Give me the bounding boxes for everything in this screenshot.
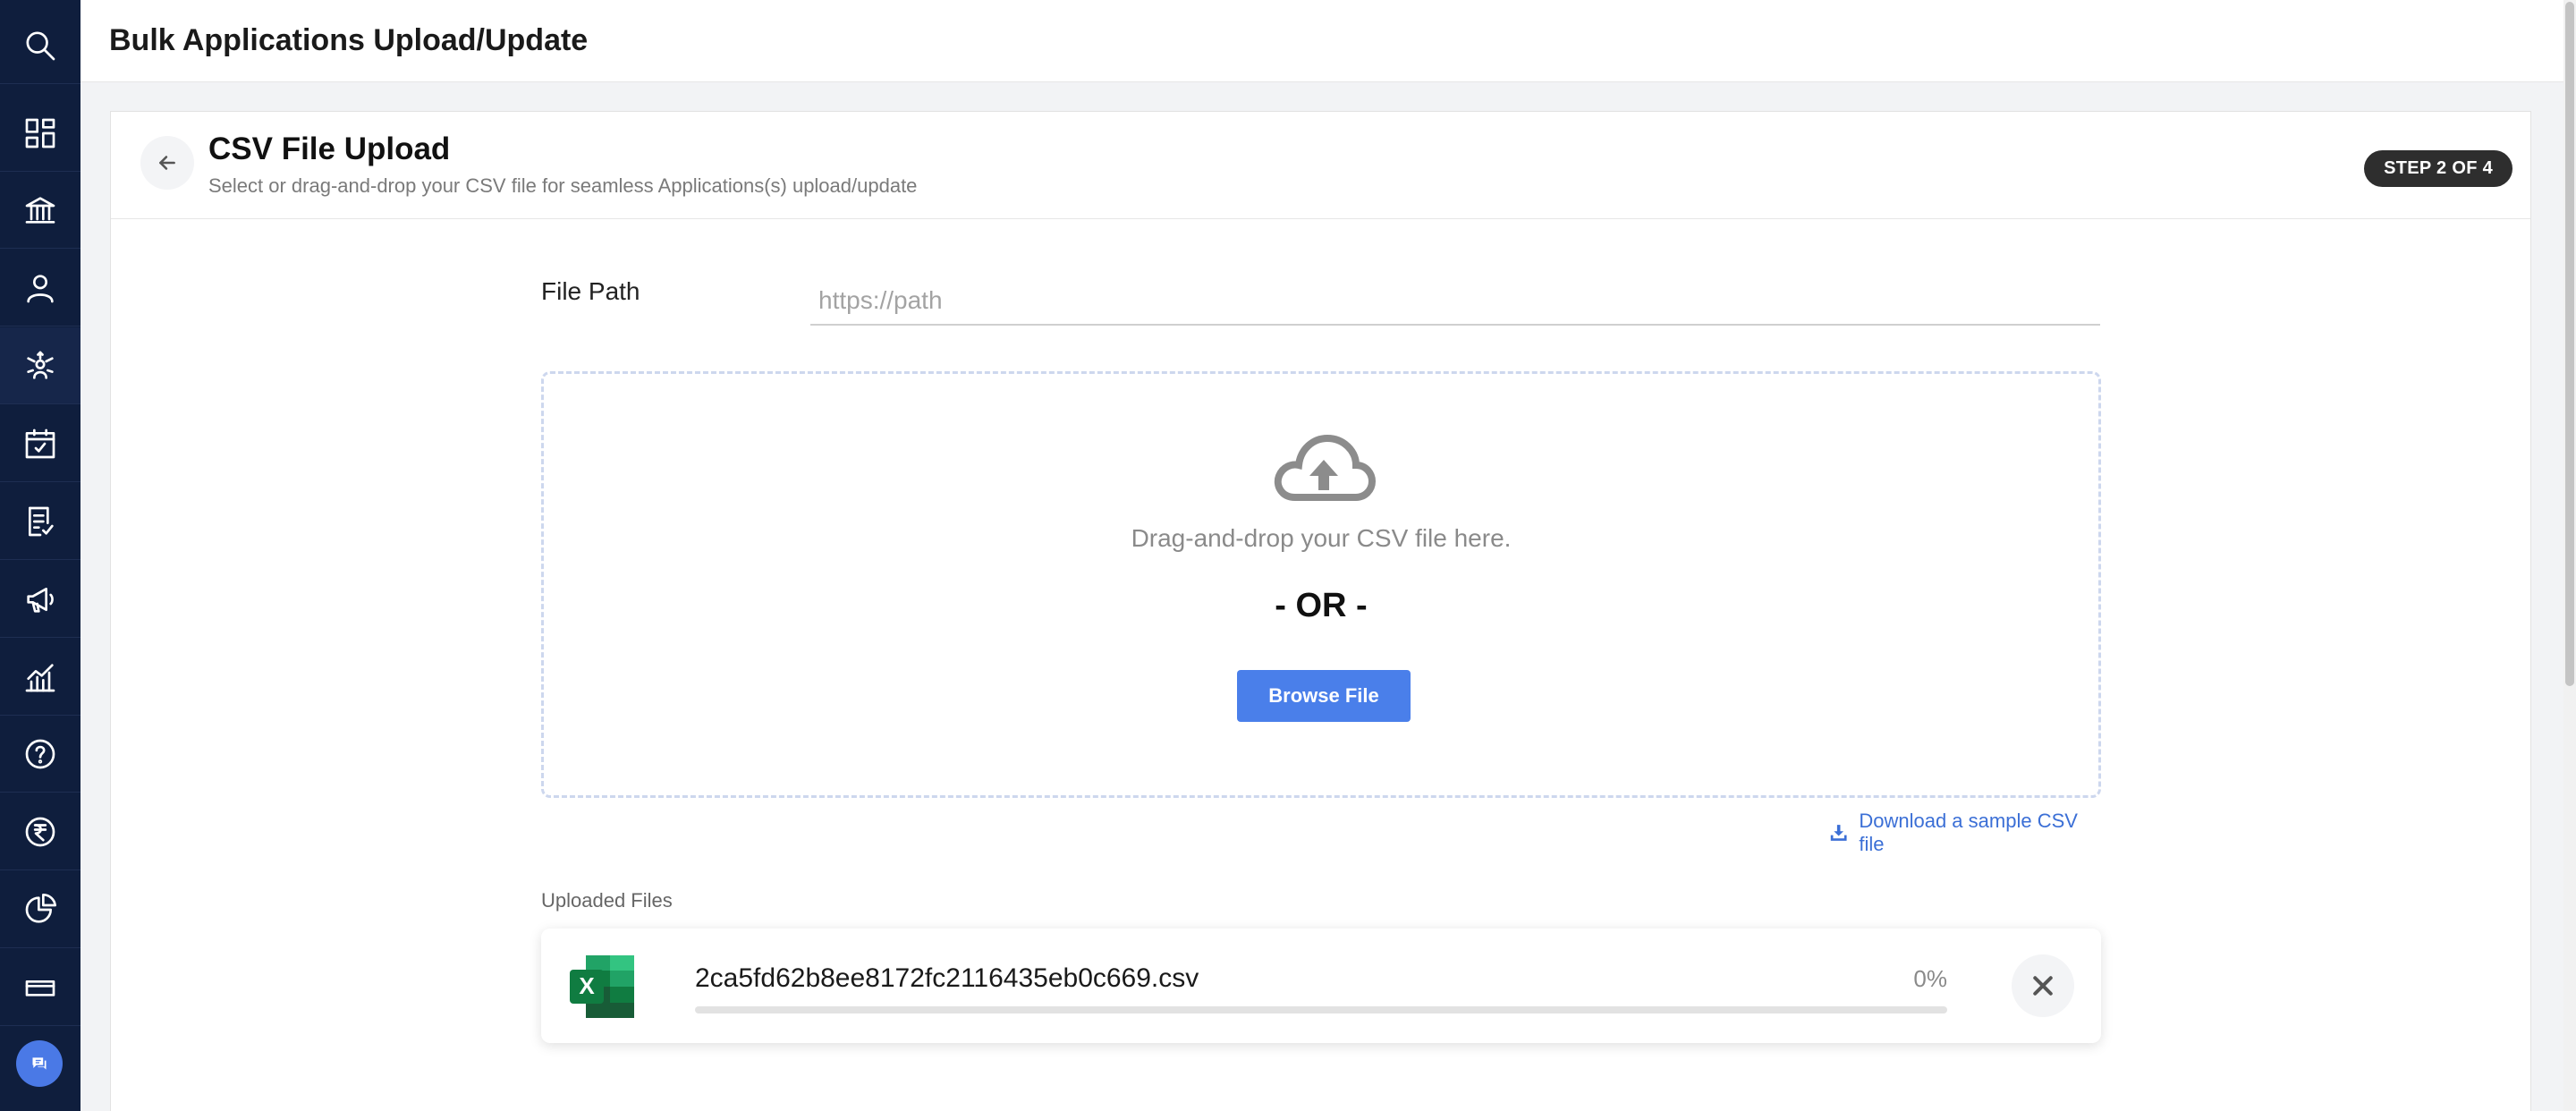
sidebar-item-analytics[interactable]	[0, 639, 80, 716]
dropzone[interactable]: Drag-and-drop your CSV file here. - OR -…	[541, 371, 2101, 798]
close-icon	[2033, 976, 2053, 996]
sidebar-item-user[interactable]	[0, 250, 80, 327]
sidebar-item-payments[interactable]	[0, 793, 80, 870]
chat-icon	[32, 1057, 47, 1070]
sidebar-item-cards[interactable]	[0, 949, 80, 1026]
dashboard-icon	[25, 118, 55, 148]
arrow-left-icon	[159, 156, 175, 170]
uploaded-file-item: X 2ca5fd62b8ee8172fc2116435eb0c669.csv 0…	[541, 929, 2101, 1043]
card-title: CSV File Upload	[208, 131, 451, 166]
search-icon	[26, 31, 55, 60]
browse-file-button[interactable]: Browse File	[1237, 670, 1411, 722]
upload-progress-text: 0%	[1913, 965, 1947, 992]
sidebar-item-reports[interactable]	[0, 871, 80, 948]
institution-icon	[25, 196, 55, 224]
sidebar-item-help[interactable]	[0, 716, 80, 793]
excel-icon: X	[570, 955, 634, 1018]
file-name: 2ca5fd62b8ee8172fc2116435eb0c669.csv	[695, 963, 1199, 993]
download-sample-link[interactable]: Download a sample CSV file	[1829, 810, 2101, 855]
card-subtitle: Select or drag-and-drop your CSV file fo…	[208, 174, 918, 197]
rupee-icon	[25, 817, 55, 846]
sidebar-item-institution[interactable]	[0, 172, 80, 249]
sidebar-item-calendar[interactable]	[0, 405, 80, 482]
back-button[interactable]	[140, 136, 194, 190]
sidebar-item-network[interactable]	[0, 327, 80, 404]
remove-file-button[interactable]	[2012, 954, 2074, 1017]
sidebar-item-documents[interactable]	[0, 483, 80, 560]
page-scrollbar[interactable]	[2563, 0, 2576, 1111]
step-badge: STEP 2 OF 4	[2364, 150, 2512, 187]
page-header: Bulk Applications Upload/Update	[80, 0, 2563, 82]
sidebar-item-campaigns[interactable]	[0, 561, 80, 638]
network-icon	[27, 351, 54, 379]
document-check-icon	[29, 506, 54, 536]
sidebar-item-dashboard[interactable]	[0, 95, 80, 172]
uploaded-files-label: Uploaded Files	[541, 889, 673, 912]
file-path-label: File Path	[541, 277, 640, 305]
sidebar-item-search[interactable]	[0, 7, 80, 84]
cloud-upload-icon	[1274, 434, 1376, 501]
card-icon	[25, 980, 55, 997]
drop-instructions: Drag-and-drop your CSV file here.	[1131, 524, 1512, 552]
calendar-check-icon	[25, 428, 55, 458]
upload-progress-bar	[695, 1006, 1947, 1013]
sidebar	[0, 0, 80, 1111]
download-sample-label: Download a sample CSV file	[1859, 810, 2078, 855]
user-icon	[27, 274, 54, 302]
file-path-input[interactable]	[810, 277, 2100, 326]
svg-text:X: X	[579, 972, 595, 999]
chat-button[interactable]	[16, 1040, 63, 1087]
chart-icon	[25, 663, 55, 691]
page-title: Bulk Applications Upload/Update	[109, 23, 589, 57]
download-icon	[1830, 825, 1847, 841]
card-header: CSV File Upload Select or drag-and-drop …	[111, 112, 2530, 219]
scrollbar-thumb[interactable]	[2565, 2, 2574, 686]
help-icon	[25, 739, 55, 768]
megaphone-icon	[27, 587, 54, 613]
or-separator: - OR -	[1275, 587, 1368, 624]
pie-chart-icon	[25, 893, 57, 923]
